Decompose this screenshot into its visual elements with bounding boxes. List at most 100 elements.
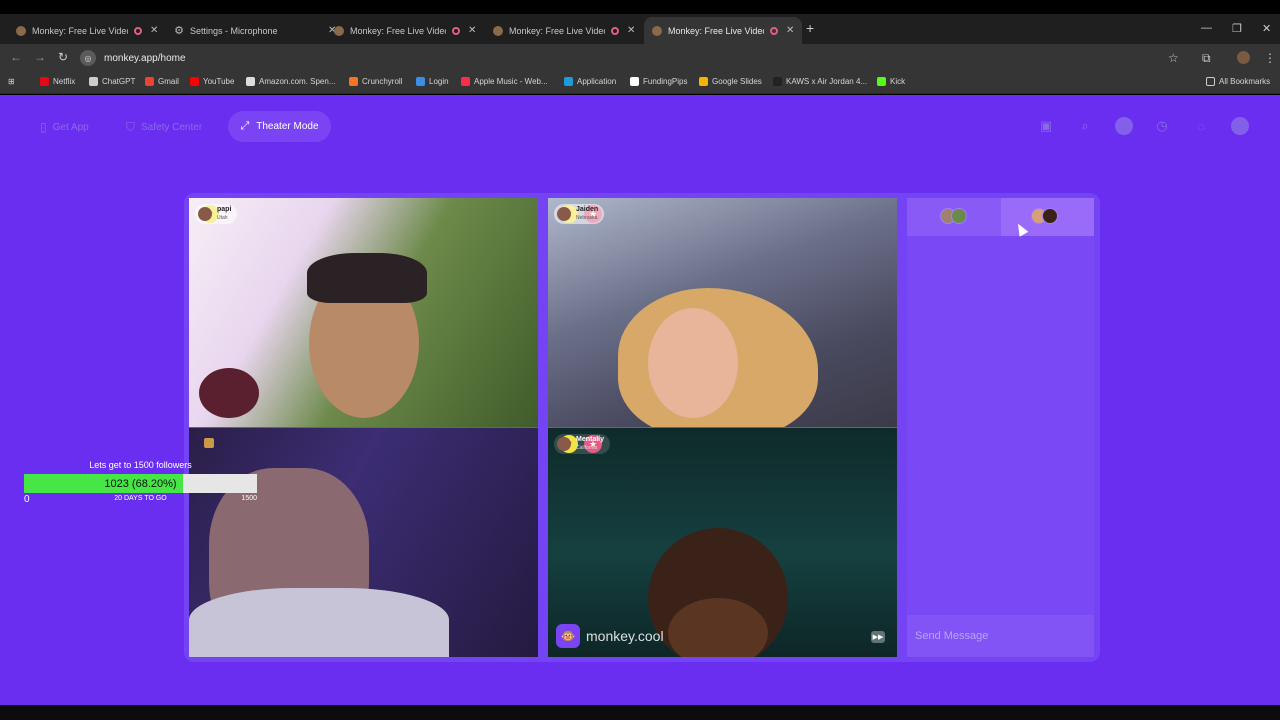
get-app-button[interactable]: ▯ Get App (40, 112, 89, 142)
face-shape (648, 308, 738, 418)
avatar (1042, 208, 1058, 224)
bookmark-item[interactable]: FundingPips (630, 77, 687, 86)
address-bar[interactable]: ◎ monkey.app/home (80, 48, 1190, 68)
bookmark-favicon-icon (40, 77, 49, 86)
chat-tab-1-avatars[interactable] (940, 208, 967, 224)
monkey-icon (334, 25, 344, 36)
bookmark-label: Crunchyroll (362, 77, 403, 86)
goal-progress-bar: 1023 (68.20%) (24, 474, 257, 493)
bookmark-item[interactable]: ChatGPT (89, 77, 135, 86)
new-tab-icon[interactable]: + (806, 20, 814, 36)
browser-tab[interactable]: Monkey: Free Live Video Ch ✕ (485, 17, 643, 44)
apps-grid-icon[interactable]: ⊞ (8, 77, 15, 86)
bookmark-item[interactable]: Amazon.com. Spen... (246, 77, 335, 86)
monkey-logo-icon: 🐵 (556, 624, 580, 648)
close-tab-icon[interactable]: ✕ (468, 25, 476, 36)
video-tile-1[interactable] (189, 198, 538, 427)
chat-tab-2-avatars[interactable] (1031, 208, 1058, 224)
goal-value: 1023 (68.20%) (104, 477, 177, 490)
browser-tab[interactable]: Monkey: Free Live Video Ch ✕ (8, 17, 166, 44)
all-bookmarks[interactable]: All Bookmarks (1206, 77, 1270, 86)
video-tile-4[interactable] (548, 428, 897, 657)
skip-icon[interactable]: ▶▶ (871, 631, 885, 643)
coin-icon[interactable] (1115, 117, 1133, 135)
back-icon[interactable]: ← (10, 50, 22, 64)
user-avatar[interactable] (1231, 117, 1249, 135)
folder-icon (1206, 77, 1215, 86)
bookmark-item[interactable]: Crunchyroll (349, 77, 402, 86)
bookmark-favicon-icon (246, 77, 255, 86)
restore-icon[interactable]: ❐ (1232, 22, 1242, 35)
browser-tab[interactable]: ⚙ Settings - Microphone ✕ (166, 17, 344, 44)
user-badge: Jaiden Nebraska (554, 204, 605, 224)
shop-icon[interactable]: ▣ (1037, 117, 1055, 135)
forward-icon[interactable]: → (34, 50, 46, 64)
avatar (951, 208, 967, 224)
search-icon[interactable]: ⌕ (1076, 117, 1094, 135)
bookmark-label: KAWS x Air Jordan 4... (786, 77, 868, 86)
send-message-input[interactable]: Send Message (907, 615, 1094, 657)
goal-max: 1500 (241, 495, 257, 502)
bookmark-favicon-icon (89, 77, 98, 86)
bookmark-item[interactable]: Google Slides (699, 77, 762, 86)
bookmark-label: Netflix (53, 77, 76, 86)
safety-center-button[interactable]: ⛉ Safety Center (126, 112, 202, 142)
user-tag-jaiden[interactable]: Jaiden Nebraska ♥ ★ (554, 204, 605, 224)
close-tab-icon[interactable]: ✕ (627, 25, 635, 36)
bookmark-favicon-icon (630, 77, 639, 86)
history-icon[interactable]: ◷ (1153, 117, 1171, 135)
background-object (199, 368, 259, 418)
goal-title: Lets get to 1500 followers (89, 460, 192, 470)
recording-icon (452, 26, 460, 35)
bookmark-item[interactable]: YouTube (190, 77, 234, 86)
bookmark-star-icon[interactable]: ☆ (1168, 51, 1179, 65)
bookmark-favicon-icon (877, 77, 886, 86)
user-tag-mentally[interactable]: Mentally California ♥ ★ (554, 434, 611, 454)
avatar (557, 437, 571, 451)
bookmark-favicon-icon (461, 77, 470, 86)
bookmark-label: Apple Music - Web... (474, 77, 548, 86)
theater-mode-button[interactable]: ⤢ Theater Mode (228, 111, 331, 142)
close-window-icon[interactable]: ✕ (1262, 22, 1271, 35)
bookmark-item[interactable]: Apple Music - Web... (461, 77, 548, 86)
bookmark-item[interactable]: KAWS x Air Jordan 4... (773, 77, 867, 86)
menu-icon[interactable]: ⋮ (1264, 51, 1276, 65)
recording-icon (134, 26, 142, 35)
bookmark-item[interactable]: Kick (877, 77, 905, 86)
bookmark-label: Application (577, 77, 617, 86)
bookmark-label: FundingPips (643, 77, 688, 86)
bookmark-favicon-icon (349, 77, 358, 86)
monkey-icon (16, 25, 26, 36)
minimize-icon[interactable]: — (1201, 22, 1212, 34)
monkey-watermark: 🐵 monkey.cool (556, 624, 664, 648)
close-tab-icon[interactable]: ✕ (150, 25, 158, 36)
extensions-icon[interactable]: ⧉ (1202, 51, 1211, 66)
video-tile-2[interactable] (548, 198, 897, 427)
bookmark-label: Amazon.com. Spen... (259, 77, 336, 86)
bookmark-item[interactable]: Application (564, 77, 616, 86)
browser-tab[interactable]: Monkey: Free Live Video Ch ✕ (326, 17, 484, 44)
bookmark-item[interactable]: Gmail (145, 77, 179, 86)
gear-icon: ⚙ (174, 25, 184, 37)
profile-avatar[interactable] (1237, 51, 1250, 64)
bookmark-favicon-icon (564, 77, 573, 86)
site-info-icon[interactable]: ◎ (80, 50, 96, 66)
recording-icon (770, 26, 778, 35)
bookmark-label: Gmail (158, 77, 179, 86)
bookmark-favicon-icon (416, 77, 425, 86)
user-badge: Mentally California (554, 434, 611, 454)
chat-bubble-icon[interactable]: ◌ (1192, 117, 1210, 135)
bookmark-label: Kick (890, 77, 906, 86)
chat-header (907, 198, 1094, 236)
bookmark-item[interactable]: Netflix (40, 77, 75, 86)
user-badge: papi Utah (195, 204, 238, 224)
reload-icon[interactable]: ↻ (58, 50, 68, 64)
browser-tab-active[interactable]: Monkey: Free Live Video Ch ✕ (644, 17, 803, 44)
avatar (557, 207, 571, 221)
close-tab-icon[interactable]: ✕ (786, 25, 794, 36)
user-tag-papi[interactable]: papi Utah ♥ (195, 204, 238, 224)
expand-icon: ⤢ (240, 120, 250, 132)
bookmark-item[interactable]: Login (416, 77, 449, 86)
bookmark-favicon-icon (699, 77, 708, 86)
hoodie-shape (189, 588, 449, 657)
